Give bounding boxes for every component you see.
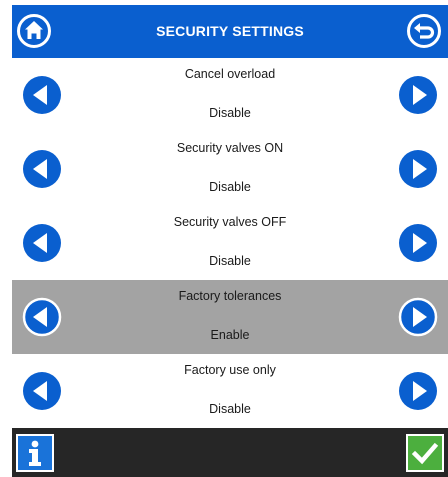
previous-value-button[interactable] <box>22 149 62 189</box>
header-bar: SECURITY SETTINGS <box>12 5 448 58</box>
next-value-button[interactable] <box>398 371 438 411</box>
setting-label: Security valves OFF <box>173 215 287 229</box>
info-icon <box>29 440 41 466</box>
setting-row-security-valves-off: Security valves OFF Disable <box>12 206 448 281</box>
previous-value-button[interactable] <box>22 75 62 115</box>
next-value-button[interactable] <box>398 149 438 189</box>
setting-label: Factory use only <box>184 363 276 377</box>
setting-value: Enable <box>210 328 250 342</box>
setting-label: Factory tolerances <box>178 289 282 303</box>
info-button[interactable] <box>16 434 54 472</box>
back-button[interactable] <box>406 13 442 49</box>
setting-value: Disable <box>209 402 251 416</box>
arrow-right-icon <box>399 224 437 262</box>
next-value-button[interactable] <box>398 297 438 337</box>
setting-row-factory-tolerances: Factory tolerances Enable <box>12 280 448 355</box>
confirm-button[interactable] <box>406 434 444 472</box>
settings-list: Cancel overload Disable Security valves … <box>12 58 448 429</box>
next-value-button[interactable] <box>398 223 438 263</box>
previous-value-button[interactable] <box>22 371 62 411</box>
previous-value-button[interactable] <box>22 297 62 337</box>
home-button[interactable] <box>16 13 52 49</box>
arrow-right-icon <box>399 76 437 114</box>
setting-row-factory-use-only: Factory use only Disable <box>12 354 448 429</box>
previous-value-button[interactable] <box>22 223 62 263</box>
arrow-right-icon <box>398 297 438 337</box>
page-title: SECURITY SETTINGS <box>156 23 304 39</box>
arrow-left-icon <box>23 76 61 114</box>
arrow-right-icon <box>399 372 437 410</box>
arrow-right-icon <box>399 150 437 188</box>
next-value-button[interactable] <box>398 75 438 115</box>
arrow-left-icon <box>23 150 61 188</box>
setting-label: Security valves ON <box>176 141 284 155</box>
setting-row-security-valves-on: Security valves ON Disable <box>12 132 448 207</box>
setting-row-cancel-overload: Cancel overload Disable <box>12 58 448 133</box>
arrow-left-icon <box>22 297 62 337</box>
arrow-left-icon <box>23 372 61 410</box>
setting-label: Cancel overload <box>184 67 276 81</box>
home-icon <box>17 14 51 48</box>
setting-value: Disable <box>209 106 251 120</box>
arrow-left-icon <box>23 224 61 262</box>
checkmark-icon <box>411 442 439 465</box>
setting-value: Disable <box>209 254 251 268</box>
return-icon <box>407 14 441 48</box>
security-settings-screen: SECURITY SETTINGS Cancel overload Disabl… <box>12 5 448 477</box>
setting-value: Disable <box>209 180 251 194</box>
footer-bar <box>12 428 448 477</box>
